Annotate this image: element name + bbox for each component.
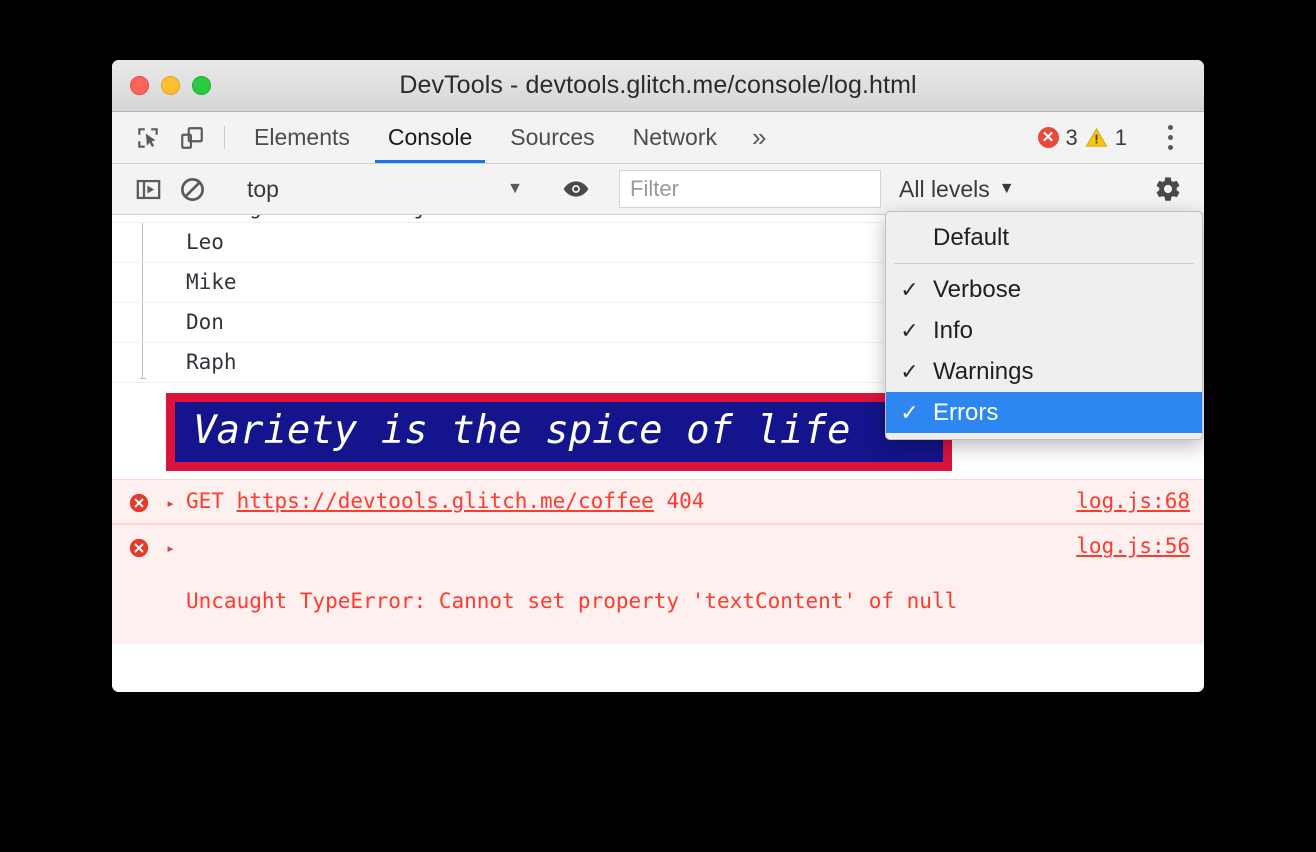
device-toolbar-icon[interactable]: [170, 112, 214, 163]
menu-item-label: Verbose: [933, 275, 1022, 303]
source-link[interactable]: log.js:56: [1058, 533, 1190, 560]
clipped-log-text: Teenage Mutant Ninja Turtles: [186, 215, 540, 219]
menu-item-errors[interactable]: ✓ Errors: [886, 392, 1202, 433]
panel-tabs: Elements Console Sources Network »: [235, 112, 782, 163]
more-tabs-button[interactable]: »: [736, 112, 782, 163]
log-level-label: All levels: [899, 175, 990, 202]
menu-item-label: Default: [933, 223, 1010, 251]
window-title: DevTools - devtools.glitch.me/console/lo…: [399, 71, 917, 99]
check-icon: ✓: [900, 276, 919, 302]
request-url-link[interactable]: https://devtools.glitch.me/coffee: [237, 489, 654, 513]
check-icon: ✓: [900, 399, 919, 425]
settings-area: [1125, 175, 1204, 203]
execution-context-selector[interactable]: top ▼: [235, 171, 533, 207]
kebab-menu-icon[interactable]: [1148, 125, 1192, 150]
settings-gear-icon[interactable]: [1146, 175, 1190, 203]
clear-console-icon[interactable]: [170, 176, 214, 203]
issue-counts[interactable]: ✕ 3 1: [1037, 124, 1127, 151]
window-titlebar: DevTools - devtools.glitch.me/console/lo…: [112, 60, 1204, 112]
styled-banner-text: Variety is the spice of life: [166, 392, 952, 471]
tab-sources[interactable]: Sources: [491, 112, 613, 163]
chevron-down-icon: ▼: [507, 180, 523, 197]
screenshot-root: DevTools - devtools.glitch.me/console/lo…: [0, 0, 1316, 852]
devtools-tabbar: Elements Console Sources Network » ✕ 3 1: [112, 112, 1204, 164]
tab-elements[interactable]: Elements: [235, 112, 369, 163]
warning-count-label: 1: [1114, 124, 1127, 150]
console-message-error[interactable]: ▸ GET https://devtools.glitch.me/coffee …: [112, 478, 1204, 524]
filter-input[interactable]: Filter: [619, 170, 881, 208]
tab-console[interactable]: Console: [369, 112, 491, 163]
live-expression-eye-icon[interactable]: [554, 175, 598, 203]
log-level-dropdown-button[interactable]: All levels ▼: [899, 176, 1015, 203]
execution-context-label: top: [247, 175, 279, 202]
inspect-element-icon[interactable]: [126, 112, 170, 163]
check-icon: ✓: [900, 358, 919, 384]
error-count-icon: ✕: [1037, 127, 1059, 148]
tab-network[interactable]: Network: [614, 112, 736, 163]
warning-count-icon: [1085, 126, 1108, 149]
error-icon: [112, 533, 166, 559]
check-icon: ✓: [900, 317, 919, 343]
menu-item-label: Warnings: [933, 357, 1034, 385]
menu-item-default[interactable]: Default: [886, 217, 1202, 258]
console-toolbar: top ▼ Filter All levels ▼: [112, 164, 1204, 215]
window-controls: [112, 76, 211, 95]
error-icon: [112, 488, 166, 514]
menu-item-info[interactable]: ✓ Info: [886, 310, 1202, 351]
expand-arrow-icon[interactable]: ▸: [166, 533, 184, 559]
request-method: GET: [186, 488, 237, 513]
status-code: 404: [653, 488, 705, 513]
console-message-error[interactable]: ▸ Uncaught TypeError: Cannot set propert…: [112, 523, 1204, 644]
menu-item-label: Errors: [933, 398, 999, 426]
menu-separator: [894, 263, 1194, 264]
expand-arrow-icon[interactable]: ▸: [166, 488, 184, 514]
zoom-button[interactable]: [192, 76, 211, 95]
menu-item-label: Info: [933, 316, 974, 344]
close-button[interactable]: [130, 76, 149, 95]
show-console-sidebar-icon[interactable]: [126, 176, 170, 203]
console-message-text: Uncaught TypeError: Cannot set property …: [184, 533, 1058, 644]
chevron-down-icon: ▼: [998, 180, 1015, 197]
tabbar-right-controls: ✕ 3 1: [1037, 112, 1205, 163]
error-message-line: Uncaught TypeError: Cannot set property …: [186, 588, 958, 613]
log-level-dropdown-menu[interactable]: Default ✓ Verbose ✓ Info ✓ Warnings ✓ Er…: [885, 211, 1203, 440]
toolbar-divider: [224, 126, 225, 149]
console-message-text: GET https://devtools.glitch.me/coffee 40…: [184, 488, 1058, 515]
menu-item-verbose[interactable]: ✓ Verbose: [886, 269, 1202, 310]
minimize-button[interactable]: [161, 76, 180, 95]
source-link[interactable]: log.js:68: [1058, 488, 1190, 515]
error-count-label: 3: [1065, 124, 1078, 150]
menu-item-warnings[interactable]: ✓ Warnings: [886, 351, 1202, 392]
